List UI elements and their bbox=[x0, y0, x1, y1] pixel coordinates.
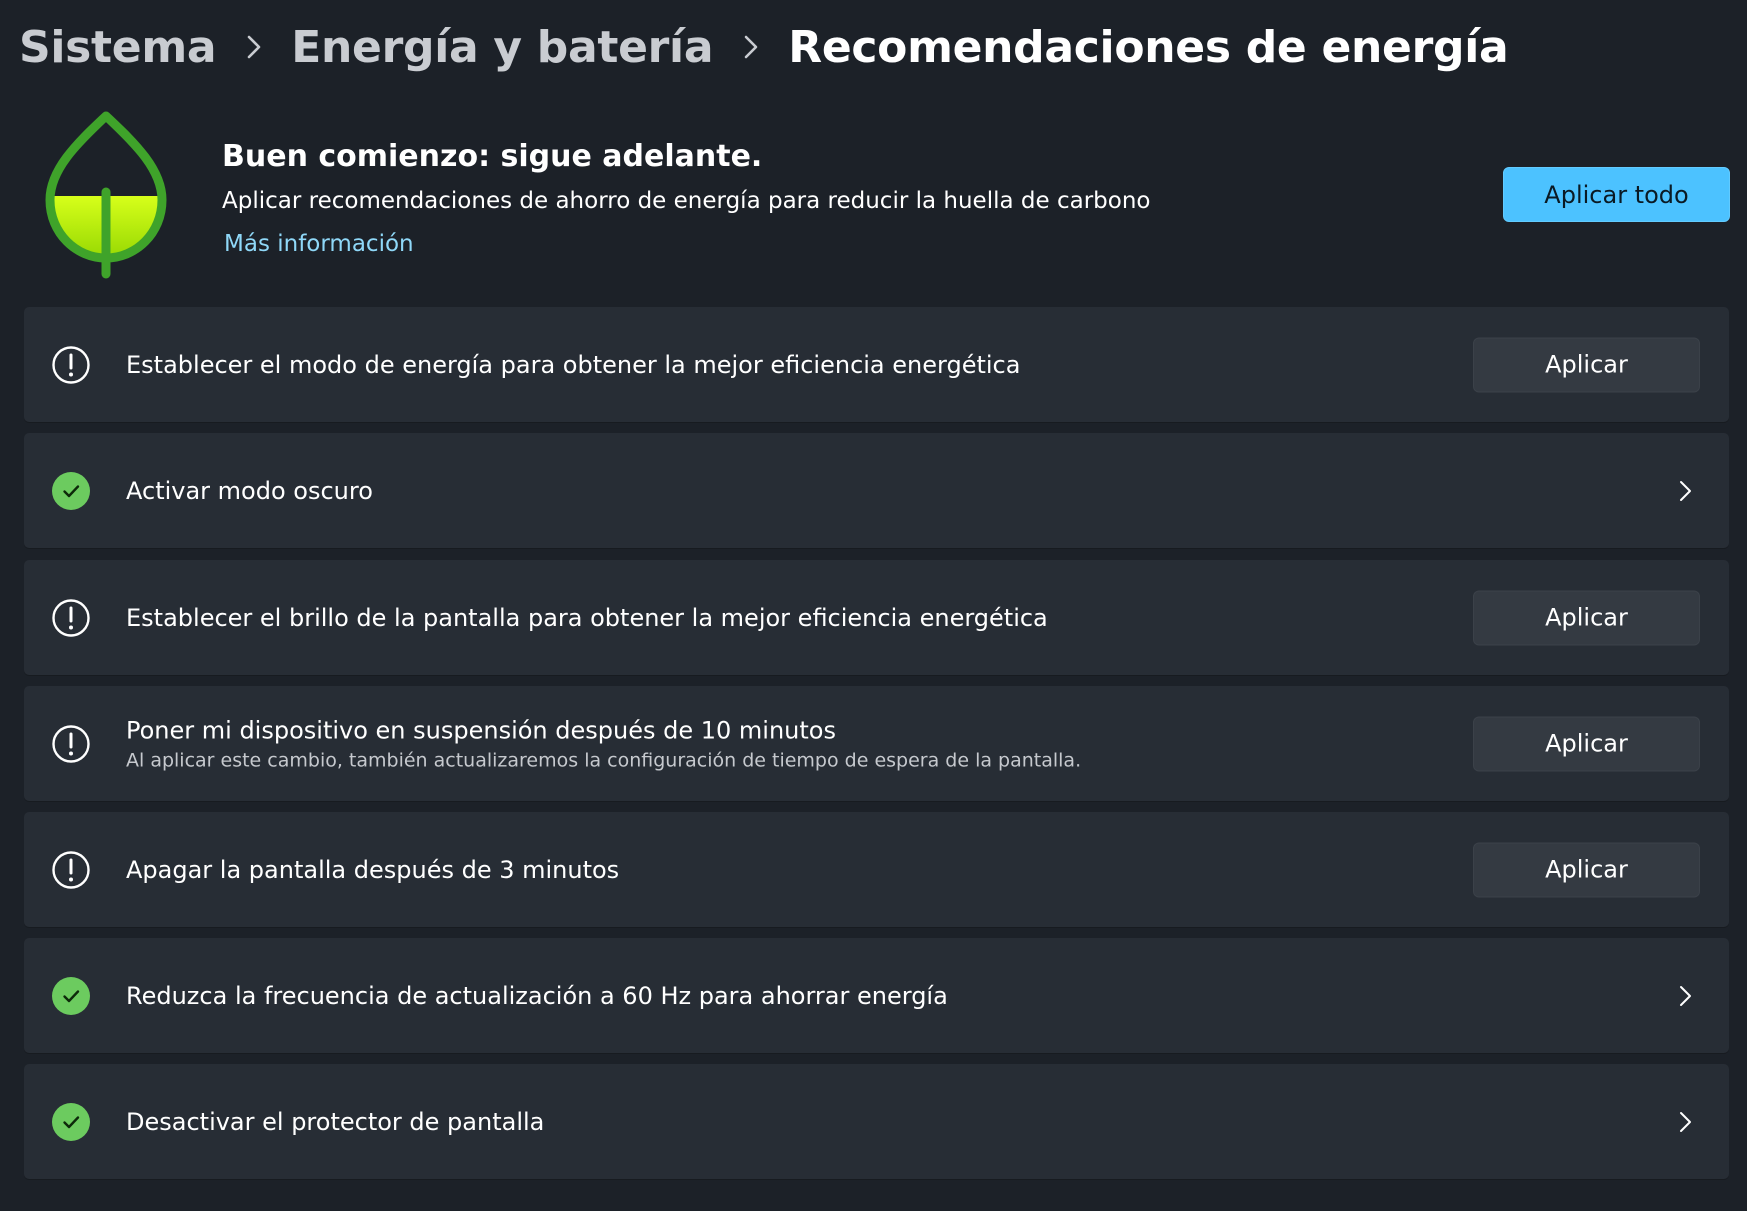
breadcrumb: Sistema Energía y batería Recomendacione… bbox=[19, 14, 1509, 80]
chevron-right-icon bbox=[216, 34, 291, 60]
chevron-right-icon[interactable] bbox=[1674, 478, 1696, 504]
hero-subtitle: Aplicar recomendaciones de ahorro de ene… bbox=[222, 188, 1151, 214]
recommendation-text: Apagar la pantalla después de 3 minutos bbox=[126, 855, 619, 885]
recommendation-brightness: Establecer el brillo de la pantalla para… bbox=[24, 560, 1729, 675]
hero-title: Buen comienzo: sigue adelante. bbox=[222, 139, 763, 174]
breadcrumb-item-energia-bateria[interactable]: Energía y batería bbox=[291, 22, 713, 73]
apply-all-button[interactable]: Aplicar todo bbox=[1503, 167, 1730, 222]
recommendation-title: Activar modo oscuro bbox=[126, 476, 373, 505]
recommendation-screensaver[interactable]: Desactivar el protector de pantalla bbox=[24, 1064, 1729, 1179]
recommendation-screen-off: Apagar la pantalla después de 3 minutos … bbox=[24, 812, 1729, 927]
recommendation-description: Al aplicar este cambio, también actualiz… bbox=[126, 749, 1082, 772]
recommendation-power-mode: Establecer el modo de energía para obten… bbox=[24, 307, 1729, 422]
warning-icon bbox=[51, 598, 91, 638]
more-info-link[interactable]: Más información bbox=[224, 231, 414, 257]
apply-button[interactable]: Aplicar bbox=[1473, 590, 1700, 645]
recommendation-refresh-rate[interactable]: Reduzca la frecuencia de actualización a… bbox=[24, 938, 1729, 1053]
recommendation-title: Reduzca la frecuencia de actualización a… bbox=[126, 981, 948, 1010]
checkmark-icon bbox=[51, 976, 91, 1016]
apply-button[interactable]: Aplicar bbox=[1473, 716, 1700, 771]
warning-icon bbox=[51, 850, 91, 890]
recommendation-dark-mode[interactable]: Activar modo oscuro bbox=[24, 433, 1729, 548]
recommendation-sleep: Poner mi dispositivo en suspensión despu… bbox=[24, 686, 1729, 801]
apply-button[interactable]: Aplicar bbox=[1473, 337, 1700, 392]
recommendation-title: Apagar la pantalla después de 3 minutos bbox=[126, 855, 620, 884]
recommendation-text: Desactivar el protector de pantalla bbox=[126, 1107, 544, 1137]
recommendation-text: Reduzca la frecuencia de actualización a… bbox=[126, 981, 948, 1011]
recommendation-title: Poner mi dispositivo en suspensión despu… bbox=[126, 716, 836, 745]
recommendation-text: Establecer el brillo de la pantalla para… bbox=[126, 603, 1048, 633]
apply-button[interactable]: Aplicar bbox=[1473, 842, 1700, 897]
chevron-right-icon[interactable] bbox=[1674, 1109, 1696, 1135]
power-recommendations-page: Sistema Energía y batería Recomendacione… bbox=[0, 0, 1747, 1211]
page-title: Recomendaciones de energía bbox=[788, 21, 1509, 73]
recommendation-title: Desactivar el protector de pantalla bbox=[126, 1107, 545, 1136]
checkmark-icon bbox=[51, 471, 91, 511]
warning-icon bbox=[51, 345, 91, 385]
warning-icon bbox=[51, 724, 91, 764]
chevron-right-icon bbox=[713, 34, 788, 60]
recommendation-text: Establecer el modo de energía para obten… bbox=[126, 350, 1020, 380]
recommendation-title: Establecer el modo de energía para obten… bbox=[126, 350, 1021, 379]
checkmark-icon bbox=[51, 1102, 91, 1142]
recommendation-text: Activar modo oscuro bbox=[126, 476, 373, 506]
recommendation-text: Poner mi dispositivo en suspensión despu… bbox=[126, 715, 1081, 772]
leaf-icon bbox=[40, 108, 172, 282]
breadcrumb-item-sistema[interactable]: Sistema bbox=[19, 22, 217, 73]
recommendation-title: Establecer el brillo de la pantalla para… bbox=[126, 603, 1048, 632]
chevron-right-icon[interactable] bbox=[1674, 983, 1696, 1009]
